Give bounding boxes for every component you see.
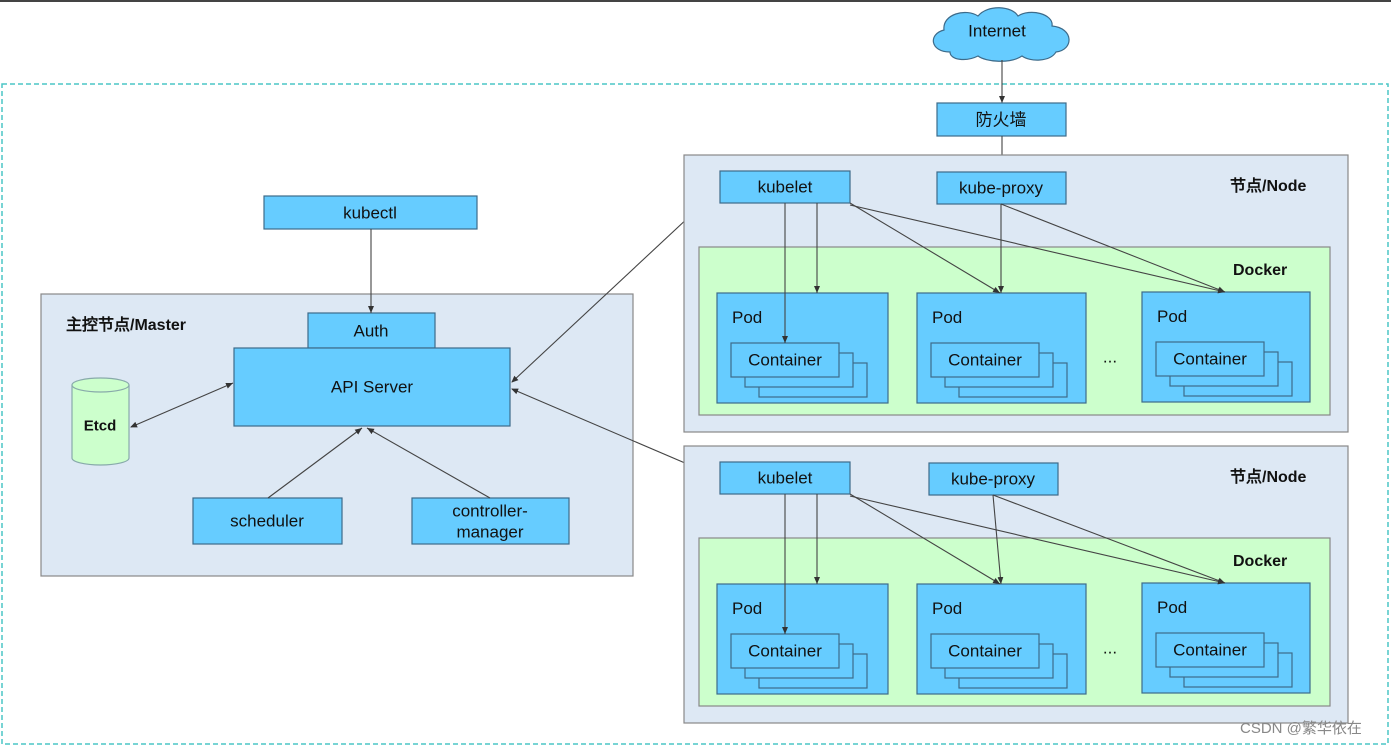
controller-manager-box: controller- manager — [411, 497, 570, 545]
internet-label: Internet — [968, 22, 1026, 41]
api-server-box: API Server — [233, 347, 511, 427]
pod-label: Pod — [1157, 307, 1187, 326]
pod: Pod Container — [716, 583, 889, 695]
docker-label: Docker — [1233, 262, 1287, 279]
watermark: CSDN @繁华依在 — [1240, 720, 1362, 737]
etcd-label: Etcd — [84, 418, 117, 435]
pod-label: Pod — [1157, 598, 1187, 617]
kubernetes-architecture-diagram: Internet 防火墙 kubectl 主控节点/Master Auth AP… — [0, 0, 1391, 745]
pod-label: Pod — [932, 308, 962, 327]
worker-node-2: 节点/Node kubelet kube-proxy Docker Pod Contain… — [683, 445, 1349, 724]
docker-runtime: Docker Pod Container Pod Container Pod Contain… — [698, 246, 1331, 416]
more-pods-ellipsis: ... — [1103, 639, 1117, 658]
pod: Pod Container — [916, 292, 1087, 404]
api-server-label: API Server — [331, 378, 414, 397]
docker-label: Docker — [1233, 553, 1287, 570]
kubelet-box: kubelet — [719, 170, 851, 204]
container-label: Container — [748, 642, 822, 661]
master-node: 主控节点/Master Auth API Server Etcd schedul… — [40, 293, 634, 577]
pod: Pod Container — [1141, 291, 1311, 403]
pod: Pod Container — [1141, 582, 1311, 694]
auth-label: Auth — [354, 322, 389, 341]
top-border — [0, 0, 1391, 2]
docker-runtime: Docker Pod Container Pod Container Pod Contain… — [698, 537, 1331, 707]
controller-manager-label-line2: manager — [456, 523, 523, 542]
auth-box: Auth — [307, 312, 436, 349]
internet-cloud: Internet — [932, 7, 1070, 62]
scheduler-label: scheduler — [230, 512, 304, 531]
firewall: 防火墙 — [936, 102, 1067, 137]
kubectl-label: kubectl — [343, 204, 397, 223]
more-pods-ellipsis: ... — [1103, 348, 1117, 367]
kube-proxy-box: kube-proxy — [928, 462, 1059, 496]
firewall-label: 防火墙 — [976, 111, 1027, 130]
etcd-database: Etcd — [71, 377, 130, 466]
worker-node-1: 节点/Node kubelet kube-proxy Docker Pod Contain… — [683, 154, 1349, 433]
pod: Pod Container — [716, 292, 889, 404]
master-title: 主控节点/Master — [66, 315, 186, 334]
container-label: Container — [948, 351, 1022, 370]
pod-label: Pod — [732, 308, 762, 327]
container-label: Container — [1173, 350, 1247, 369]
kube-proxy-label: kube-proxy — [951, 470, 1036, 489]
node-title: 节点/Node — [1230, 176, 1307, 195]
pod-label: Pod — [932, 599, 962, 618]
container-label: Container — [948, 642, 1022, 661]
controller-manager-label-line1: controller- — [452, 502, 528, 521]
pod: Pod Container — [916, 583, 1087, 695]
kubelet-box: kubelet — [719, 461, 851, 495]
kube-proxy-label: kube-proxy — [959, 179, 1044, 198]
node-title: 节点/Node — [1230, 467, 1307, 486]
container-label: Container — [1173, 641, 1247, 660]
pod-label: Pod — [732, 599, 762, 618]
kubelet-label: kubelet — [758, 469, 813, 488]
kubectl-box: kubectl — [263, 195, 478, 230]
kubelet-label: kubelet — [758, 178, 813, 197]
kube-proxy-box: kube-proxy — [936, 171, 1067, 205]
scheduler-box: scheduler — [192, 497, 343, 545]
container-label: Container — [748, 351, 822, 370]
